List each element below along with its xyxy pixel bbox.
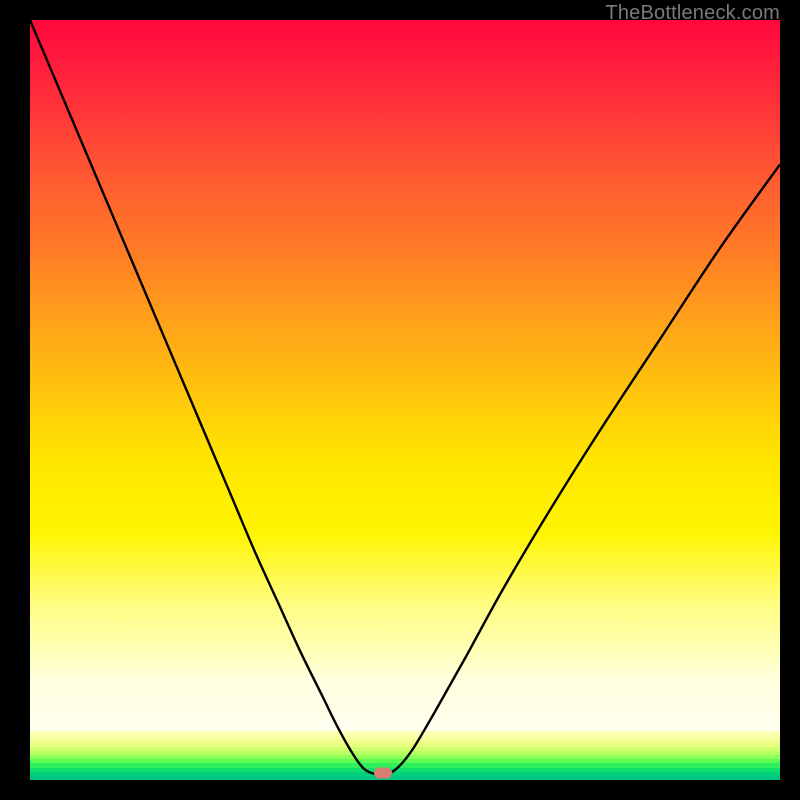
chart-stage: TheBottleneck.com xyxy=(0,0,800,800)
bottleneck-curve xyxy=(30,20,780,780)
notch-marker xyxy=(374,768,392,779)
plot-area xyxy=(30,20,780,780)
